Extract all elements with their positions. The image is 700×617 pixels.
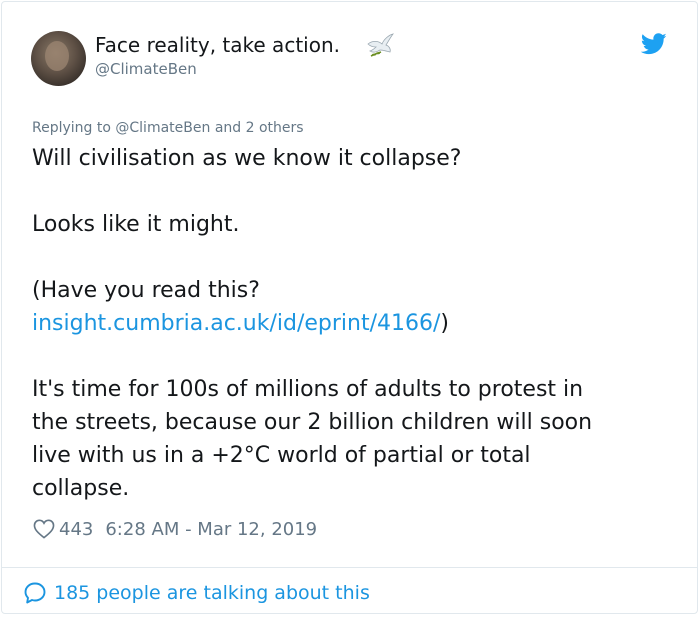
eprint-link[interactable]: insight.cumbria.ac.uk/id/eprint/4166/ <box>32 311 440 336</box>
tweet-timestamp[interactable]: 6:28 AM - Mar 12, 2019 <box>105 519 317 540</box>
display-name-text[interactable]: Face reality, take action. <box>95 33 340 57</box>
tweet-line: (Have you read this? <box>32 278 260 303</box>
replying-prefix: Replying to <box>32 120 111 136</box>
user-handle[interactable]: @ClimateBen <box>95 60 197 78</box>
tweet-line: It's time for 100s of millions of adults… <box>32 377 584 402</box>
replying-mention-link[interactable]: @ClimateBen <box>115 120 210 136</box>
avatar[interactable] <box>31 31 86 86</box>
link-suffix: ) <box>440 311 450 336</box>
replying-to: Replying to @ClimateBen and 2 others <box>32 120 304 136</box>
tweet-line: Looks like it might. <box>32 212 240 237</box>
tweet-link-line: insight.cumbria.ac.uk/id/eprint/4166/) <box>32 307 449 340</box>
tweet-line: live with us in a +2°C world of partial … <box>32 443 531 468</box>
display-name[interactable]: Face reality, take action. <box>95 33 340 57</box>
tweet-meta: 443 6:28 AM - Mar 12, 2019 <box>33 515 317 543</box>
like-count[interactable]: 443 <box>59 519 93 540</box>
twitter-bird-icon[interactable] <box>641 33 667 55</box>
heart-icon[interactable] <box>33 519 55 539</box>
replying-others-link[interactable]: and 2 others <box>215 120 304 136</box>
tweet-line: collapse. <box>32 476 130 501</box>
talking-text[interactable]: 185 people are talking about this <box>54 582 370 604</box>
footer-divider <box>1 567 698 568</box>
tweet-line: Will civilisation as we know it collapse… <box>32 146 462 171</box>
tweet-line: the streets, because our 2 billion child… <box>32 410 593 435</box>
conversation-link[interactable]: 185 people are talking about this <box>23 579 370 607</box>
speech-bubble-icon <box>24 582 46 604</box>
dove-emoji-icon <box>367 33 394 57</box>
